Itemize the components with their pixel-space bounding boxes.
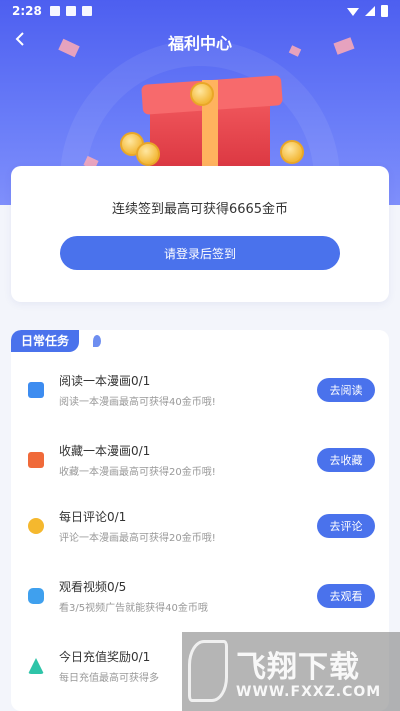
task-name: 今日充值奖励0/1 bbox=[59, 650, 151, 664]
go-read-button[interactable]: 去阅读 bbox=[317, 378, 375, 402]
go-favorite-button[interactable]: 去收藏 bbox=[317, 448, 375, 472]
section-title: 日常任务 bbox=[11, 330, 80, 352]
comment-icon bbox=[28, 518, 44, 534]
video-icon bbox=[28, 588, 44, 604]
battery-icon bbox=[381, 5, 388, 17]
watermark-logo-icon bbox=[188, 640, 228, 702]
task-name: 阅读一本漫画0/1 bbox=[59, 374, 151, 388]
status-bar: 2:28 bbox=[0, 0, 400, 22]
watermark-text: 飞翔下载 bbox=[236, 650, 360, 685]
favorite-icon bbox=[28, 452, 44, 468]
gift-box-illustration bbox=[120, 62, 304, 180]
wifi-icon bbox=[347, 8, 359, 16]
task-name: 观看视频0/5 bbox=[59, 580, 127, 594]
task-desc: 每日充值最高可获得多 bbox=[59, 673, 159, 684]
task-name: 每日评论0/1 bbox=[59, 510, 127, 524]
task-desc: 阅读一本漫画最高可获得40金币哦! bbox=[59, 397, 216, 408]
watermark-overlay: 飞翔下载 WWW.FXXZ.COM bbox=[182, 632, 400, 711]
login-signin-button[interactable]: 请登录后签到 bbox=[60, 236, 340, 270]
recharge-icon bbox=[28, 658, 44, 674]
tag-decoration bbox=[93, 335, 101, 347]
signin-message: 连续签到最高可获得6665金币 bbox=[111, 202, 289, 217]
signal-icon bbox=[365, 6, 375, 16]
task-item-favorite: 收藏一本漫画0/1 收藏一本漫画最高可获得20金币哦! 去收藏 bbox=[11, 430, 389, 490]
image-notification-icon bbox=[49, 6, 60, 16]
coin-icon bbox=[280, 140, 304, 164]
task-desc: 评论一本漫画最高可获得20金币哦! bbox=[59, 533, 216, 544]
go-comment-button[interactable]: 去评论 bbox=[317, 514, 375, 538]
task-item-video: 观看视频0/5 看3/5视频广告就能获得40金币哦 去观看 bbox=[11, 566, 389, 626]
coin-icon bbox=[136, 142, 160, 166]
task-desc: 收藏一本漫画最高可获得20金币哦! bbox=[59, 467, 216, 478]
status-time: 2:28 bbox=[12, 4, 42, 18]
task-desc: 看3/5视频广告就能获得40金币哦 bbox=[59, 603, 208, 614]
download-icon bbox=[65, 6, 76, 16]
go-watch-button[interactable]: 去观看 bbox=[317, 584, 375, 608]
book-icon bbox=[28, 382, 44, 398]
task-name: 收藏一本漫画0/1 bbox=[59, 444, 151, 458]
page-title: 福利中心 bbox=[167, 34, 232, 53]
watermark-url: WWW.FXXZ.COM bbox=[236, 684, 382, 700]
task-item-read: 阅读一本漫画0/1 阅读一本漫画最高可获得40金币哦! 去阅读 bbox=[11, 360, 389, 420]
task-item-comment: 每日评论0/1 评论一本漫画最高可获得20金币哦! 去评论 bbox=[11, 496, 389, 556]
signin-card: 连续签到最高可获得6665金币 请登录后签到 bbox=[11, 166, 389, 302]
coin-icon bbox=[190, 82, 214, 106]
download-icon bbox=[81, 6, 92, 16]
